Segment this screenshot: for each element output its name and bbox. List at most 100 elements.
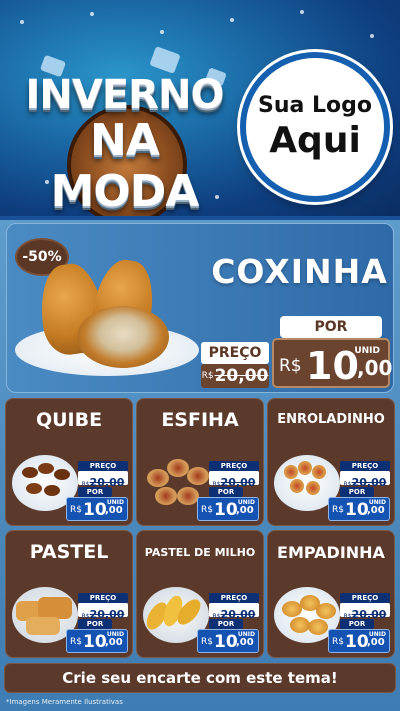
new-price: UNID R$ 10 ,00 — [272, 338, 393, 388]
quibe-image — [26, 483, 42, 494]
enroladinho-image — [306, 481, 320, 495]
title-line-1: INVERNO — [25, 72, 225, 118]
new-price-decimal: ,00 — [105, 505, 123, 516]
new-price: UNID R$ 10 ,00 — [66, 497, 128, 521]
esfiha-image — [167, 459, 189, 477]
por-label: POR — [209, 487, 243, 497]
empadinha-image — [308, 619, 328, 635]
old-price: R$20,00 — [340, 471, 390, 489]
enroladinho-image — [298, 461, 312, 475]
logo-placeholder: Sua Logo Aqui — [240, 52, 390, 202]
new-currency: R$ — [70, 505, 82, 515]
old-price: R$20,00 — [209, 603, 259, 621]
por-label: POR — [340, 619, 374, 629]
new-currency: R$ — [279, 356, 302, 376]
inverno-na-moda-title: INVERNO NA MODA — [12, 46, 237, 216]
new-currency: R$ — [332, 637, 344, 647]
por-label: POR — [78, 487, 112, 497]
por-label: POR — [78, 619, 112, 629]
new-currency: R$ — [201, 505, 213, 515]
logo-text-line1: Sua Logo — [257, 93, 372, 118]
por-label: POR — [209, 619, 243, 629]
esfiha-image — [147, 469, 169, 487]
old-price: R$20,00 — [78, 471, 128, 489]
snowflake — [230, 18, 234, 22]
new-price-decimal: ,00 — [367, 505, 385, 516]
enroladinho-image — [290, 479, 304, 493]
preco-label: PREÇO — [340, 593, 390, 603]
product-card-enroladinho: ENROLADINHO PREÇO R$20,00 POR UNID R$ 10… — [267, 398, 395, 526]
product-name: PASTEL DE MILHO — [144, 546, 256, 559]
new-price-decimal: ,00 — [105, 637, 123, 648]
new-price-integer: 10 — [306, 344, 359, 388]
product-card-empadinha: EMPADINHA PREÇO R$20,00 POR UNID R$ 10 ,… — [267, 530, 395, 658]
quibe-image — [22, 467, 38, 478]
offers-area: -50% COXINHA PREÇO R$ 20,00 POR UNID R$ … — [0, 216, 400, 711]
quibe-image — [54, 469, 70, 480]
empadinha-image — [282, 601, 302, 617]
por-label: POR — [340, 487, 374, 497]
old-currency: R$ — [201, 371, 214, 381]
snowflake — [300, 10, 304, 14]
new-price-integer: 10 — [345, 632, 369, 652]
old-price: R$ 20,00 — [201, 364, 269, 388]
product-name: PASTEL — [29, 541, 109, 563]
enroladinho-image — [312, 465, 326, 479]
esfiha-image — [177, 487, 199, 505]
new-price: UNID R$ 10 ,00 — [328, 629, 390, 653]
new-price-integer: 10 — [83, 632, 107, 652]
new-price-integer: 10 — [83, 500, 107, 520]
new-price-decimal: ,00 — [357, 356, 393, 380]
product-name: EMPADINHA — [277, 543, 385, 562]
pastel-image — [26, 617, 60, 635]
old-price: R$20,00 — [340, 603, 390, 621]
new-price-integer: 10 — [214, 500, 238, 520]
title-line-2: NA MODA — [50, 115, 200, 216]
preco-label: PREÇO — [340, 461, 390, 471]
product-card-pastel-de-milho: PASTEL DE MILHO PREÇO R$20,00 POR UNID R… — [136, 530, 264, 658]
empadinha-image — [290, 617, 310, 633]
new-currency: R$ — [332, 505, 344, 515]
new-price-integer: 10 — [345, 500, 369, 520]
pastel-image — [38, 597, 72, 619]
old-price: R$20,00 — [209, 471, 259, 489]
snowflake — [370, 34, 374, 38]
featured-product-coxinha: -50% COXINHA PREÇO R$ 20,00 POR UNID R$ … — [6, 223, 394, 393]
product-card-esfiha: ESFIHA PREÇO R$20,00 POR UNID R$ 10 ,00 — [136, 398, 264, 526]
new-price: UNID R$ 10 ,00 — [328, 497, 390, 521]
new-price-decimal: ,00 — [236, 505, 254, 516]
product-name: ESFIHA — [161, 409, 239, 431]
esfiha-image — [187, 467, 209, 485]
new-price-decimal: ,00 — [367, 637, 385, 648]
preco-label: PREÇO — [209, 593, 259, 603]
featured-product-name: COXINHA — [211, 252, 388, 291]
esfiha-image — [155, 487, 177, 505]
new-price: UNID R$ 10 ,00 — [66, 629, 128, 653]
empadinha-image — [316, 603, 336, 619]
new-currency: R$ — [201, 637, 213, 647]
enroladinho-image — [284, 465, 298, 479]
new-price: UNID R$ 10 ,00 — [197, 497, 259, 521]
preco-label: PREÇO — [209, 461, 259, 471]
quibe-image — [38, 463, 54, 474]
product-name: QUIBE — [35, 409, 103, 431]
product-card-pastel: PASTEL PREÇO R$20,00 POR UNID R$ 10 ,00 — [5, 530, 133, 658]
coxinha-cut-image — [77, 306, 169, 368]
preco-label: PREÇO — [78, 593, 128, 603]
new-price-decimal: ,00 — [236, 637, 254, 648]
quibe-image — [44, 485, 60, 496]
new-currency: R$ — [70, 637, 82, 647]
header-banner: INVERNO NA MODA Sua Logo Aqui — [0, 0, 400, 216]
logo-text-line2: Aqui — [269, 120, 361, 161]
snowflake — [160, 30, 164, 34]
por-label: POR — [280, 316, 382, 338]
old-price: R$20,00 — [78, 603, 128, 621]
preco-label: PREÇO — [78, 461, 128, 471]
product-card-quibe: QUIBE PREÇO R$20,00 POR UNID R$ 10 ,00 — [5, 398, 133, 526]
disclaimer-text: *Imagens Meramente Ilustrativas — [6, 698, 123, 706]
new-price: UNID R$ 10 ,00 — [197, 629, 259, 653]
preco-label: PREÇO — [201, 342, 269, 364]
cta-banner[interactable]: Crie seu encarte com este tema! — [4, 663, 396, 693]
new-price-integer: 10 — [214, 632, 238, 652]
ice-cube-icon — [149, 46, 181, 74]
